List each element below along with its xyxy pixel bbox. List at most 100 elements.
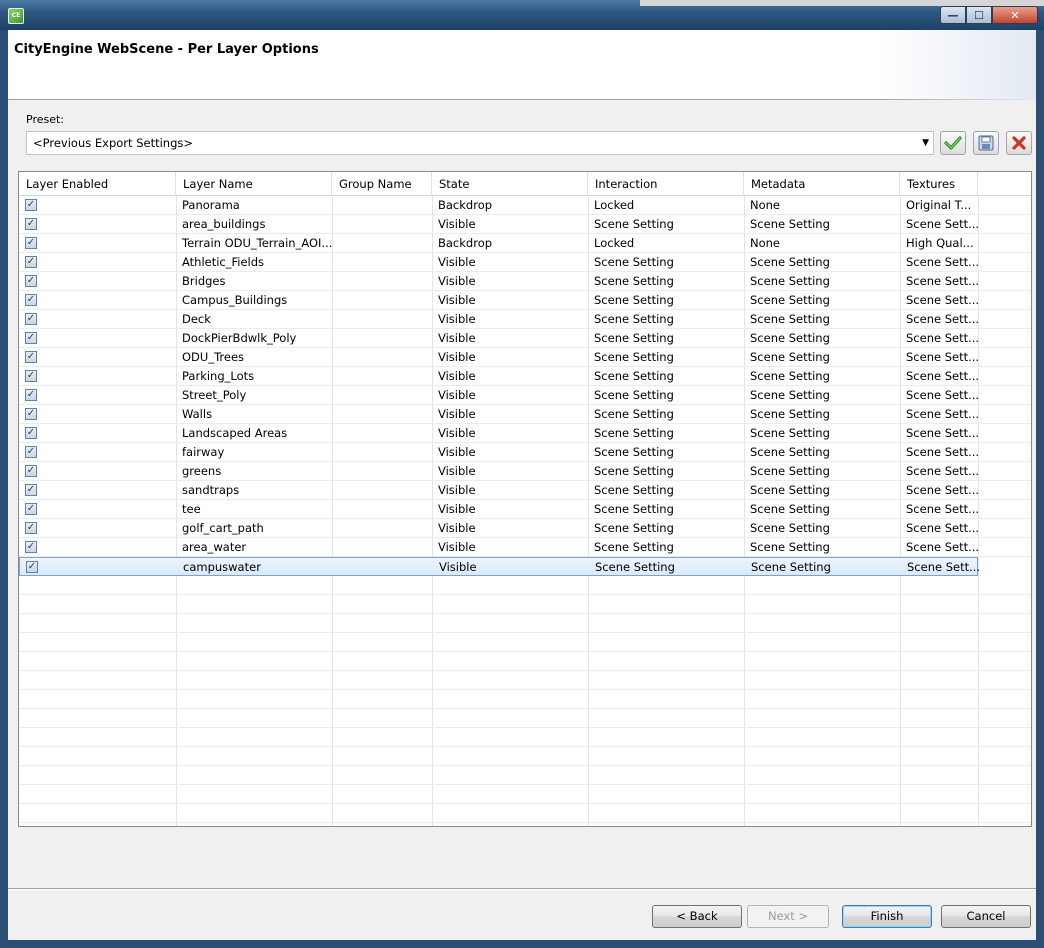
cell-interaction[interactable]: Scene Setting bbox=[588, 462, 744, 481]
layer-enabled-checkbox[interactable]: ✓ bbox=[25, 332, 37, 344]
cell-textures[interactable]: Scene Sett... bbox=[900, 291, 978, 310]
table-row[interactable]: ✓ Panorama Backdrop Locked None Original T... bbox=[19, 196, 1031, 215]
cell-textures[interactable]: Scene Sett... bbox=[900, 272, 978, 291]
layer-enabled-checkbox[interactable]: ✓ bbox=[25, 484, 37, 496]
cell-layer-name[interactable]: fairway bbox=[176, 443, 332, 462]
cell-interaction[interactable]: Scene Setting bbox=[588, 367, 744, 386]
cell-group-name[interactable] bbox=[332, 291, 432, 310]
cell-layer-name[interactable]: sandtraps bbox=[176, 481, 332, 500]
cell-group-name[interactable] bbox=[332, 538, 432, 557]
cell-metadata[interactable]: Scene Setting bbox=[744, 443, 900, 462]
next-button[interactable]: Next > bbox=[747, 905, 829, 928]
column-header-metadata[interactable]: Metadata bbox=[744, 172, 900, 196]
column-header-layer-name[interactable]: Layer Name bbox=[176, 172, 332, 196]
cell-interaction[interactable]: Scene Setting bbox=[588, 272, 744, 291]
cell-layer-name[interactable]: Landscaped Areas bbox=[176, 424, 332, 443]
cell-metadata[interactable]: Scene Setting bbox=[744, 272, 900, 291]
cell-interaction[interactable]: Scene Setting bbox=[588, 348, 744, 367]
table-row[interactable]: ✓ ODU_Trees Visible Scene Setting Scene Sett… bbox=[19, 348, 1031, 367]
layer-enabled-checkbox[interactable]: ✓ bbox=[25, 522, 37, 534]
cell-group-name[interactable] bbox=[332, 443, 432, 462]
cell-interaction[interactable]: Scene Setting bbox=[588, 329, 744, 348]
cell-group-name[interactable] bbox=[332, 367, 432, 386]
cell-textures[interactable]: Scene Sett... bbox=[900, 462, 978, 481]
layer-enabled-checkbox[interactable]: ✓ bbox=[25, 389, 37, 401]
table-row[interactable]: ✓ DockPierBdwlk_Poly Visible Scene Setting S… bbox=[19, 329, 1031, 348]
cell-group-name[interactable] bbox=[332, 215, 432, 234]
cell-interaction[interactable]: Scene Setting bbox=[588, 538, 744, 557]
cell-interaction[interactable]: Scene Setting bbox=[588, 386, 744, 405]
cell-textures[interactable]: Scene Sett... bbox=[900, 386, 978, 405]
cell-layer-name[interactable]: Panorama bbox=[176, 196, 332, 215]
table-row[interactable]: ✓ campuswater Visible Scene Setting Scene Se… bbox=[19, 557, 979, 577]
cell-metadata[interactable]: Scene Setting bbox=[744, 348, 900, 367]
table-row[interactable]: ✓ greens Visible Scene Setting Scene Setting… bbox=[19, 462, 1031, 481]
layer-enabled-checkbox[interactable]: ✓ bbox=[25, 218, 37, 230]
cell-metadata[interactable]: Scene Setting bbox=[744, 405, 900, 424]
cell-state[interactable]: Visible bbox=[432, 367, 588, 386]
layer-options-table[interactable]: Layer Enabled Layer Name Group Name Stat… bbox=[18, 171, 1032, 827]
cell-metadata[interactable]: Scene Setting bbox=[744, 310, 900, 329]
cell-state[interactable]: Backdrop bbox=[432, 234, 588, 253]
layer-enabled-checkbox[interactable]: ✓ bbox=[25, 256, 37, 268]
cell-textures[interactable]: Scene Sett... bbox=[900, 329, 978, 348]
cell-metadata[interactable]: Scene Setting bbox=[744, 329, 900, 348]
layer-enabled-checkbox[interactable]: ✓ bbox=[25, 351, 37, 363]
column-header-textures[interactable]: Textures bbox=[900, 172, 978, 196]
cell-metadata[interactable]: None bbox=[744, 196, 900, 215]
table-row[interactable]: ✓ golf_cart_path Visible Scene Setting Scene… bbox=[19, 519, 1031, 538]
cell-layer-name[interactable]: ODU_Trees bbox=[176, 348, 332, 367]
layer-enabled-checkbox[interactable]: ✓ bbox=[25, 370, 37, 382]
table-row[interactable]: ✓ sandtraps Visible Scene Setting Scene Sett… bbox=[19, 481, 1031, 500]
cell-interaction[interactable]: Locked bbox=[588, 196, 744, 215]
layer-enabled-checkbox[interactable]: ✓ bbox=[25, 541, 37, 553]
cell-layer-name[interactable]: Bridges bbox=[176, 272, 332, 291]
finish-button[interactable]: Finish bbox=[842, 905, 932, 928]
cell-textures[interactable]: Scene Sett... bbox=[900, 367, 978, 386]
cell-textures[interactable]: Scene Sett... bbox=[900, 310, 978, 329]
cell-state[interactable]: Visible bbox=[432, 348, 588, 367]
cell-metadata[interactable]: Scene Setting bbox=[744, 538, 900, 557]
table-row[interactable]: ✓ fairway Visible Scene Setting Scene Settin… bbox=[19, 443, 1031, 462]
cell-interaction[interactable]: Scene Setting bbox=[588, 481, 744, 500]
back-button[interactable]: < Back bbox=[652, 905, 742, 928]
cell-textures[interactable]: Scene Sett... bbox=[900, 424, 978, 443]
cell-state[interactable]: Visible bbox=[432, 462, 588, 481]
delete-preset-button[interactable] bbox=[1006, 131, 1032, 155]
cell-metadata[interactable]: Scene Setting bbox=[744, 481, 900, 500]
cell-group-name[interactable] bbox=[332, 500, 432, 519]
cell-layer-name[interactable]: Parking_Lots bbox=[176, 367, 332, 386]
save-preset-button[interactable] bbox=[973, 131, 999, 155]
cell-metadata[interactable]: Scene Setting bbox=[744, 424, 900, 443]
cell-state[interactable]: Visible bbox=[432, 443, 588, 462]
layer-enabled-checkbox[interactable]: ✓ bbox=[25, 446, 37, 458]
table-row[interactable]: ✓ Athletic_Fields Visible Scene Setting Scen… bbox=[19, 253, 1031, 272]
column-header-interaction[interactable]: Interaction bbox=[588, 172, 744, 196]
cell-state[interactable]: Visible bbox=[432, 329, 588, 348]
cell-layer-name[interactable]: greens bbox=[176, 462, 332, 481]
cell-interaction[interactable]: Locked bbox=[588, 234, 744, 253]
table-row[interactable]: ✓ Walls Visible Scene Setting Scene Setting S… bbox=[19, 405, 1031, 424]
cell-textures[interactable]: Scene Sett... bbox=[900, 538, 978, 557]
cell-textures[interactable]: Scene Sett... bbox=[900, 481, 978, 500]
cell-textures[interactable]: High Qual... bbox=[900, 234, 978, 253]
cell-state[interactable]: Visible bbox=[432, 215, 588, 234]
cell-layer-name[interactable]: area_water bbox=[176, 538, 332, 557]
chevron-down-icon[interactable]: ▼ bbox=[922, 132, 929, 154]
layer-enabled-checkbox[interactable]: ✓ bbox=[26, 561, 38, 573]
cell-state[interactable]: Visible bbox=[432, 405, 588, 424]
cell-group-name[interactable] bbox=[332, 462, 432, 481]
cancel-button[interactable]: Cancel bbox=[941, 905, 1031, 928]
table-row[interactable]: ✓ tee Visible Scene Setting Scene Setting Sce… bbox=[19, 500, 1031, 519]
table-row[interactable]: ✓ Street_Poly Visible Scene Setting Scene Se… bbox=[19, 386, 1031, 405]
cell-state[interactable]: Visible bbox=[432, 310, 588, 329]
cell-layer-name[interactable]: campuswater bbox=[177, 558, 333, 577]
cell-group-name[interactable] bbox=[332, 405, 432, 424]
layer-enabled-checkbox[interactable]: ✓ bbox=[25, 465, 37, 477]
cell-layer-name[interactable]: Terrain ODU_Terrain_AOI... bbox=[176, 234, 332, 253]
table-row[interactable]: ✓ Campus_Buildings Visible Scene Setting Sce… bbox=[19, 291, 1031, 310]
cell-textures[interactable]: Scene Sett... bbox=[900, 215, 978, 234]
cell-group-name[interactable] bbox=[332, 481, 432, 500]
cell-interaction[interactable]: Scene Setting bbox=[588, 310, 744, 329]
cell-group-name[interactable] bbox=[332, 310, 432, 329]
